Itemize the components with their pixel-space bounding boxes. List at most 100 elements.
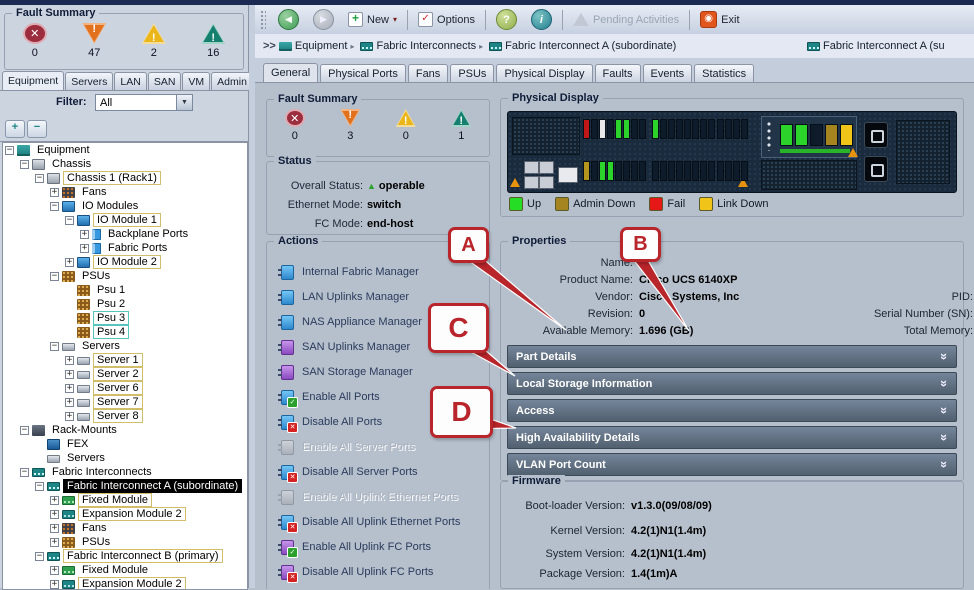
filter-dropdown[interactable]: All ▼ [95, 94, 193, 111]
expander-icon[interactable]: + [50, 524, 59, 533]
expander-icon[interactable]: − [20, 468, 29, 477]
expander-icon[interactable]: − [35, 482, 44, 491]
tree-item[interactable]: −Fabric Interconnects [3, 465, 247, 479]
tree-item[interactable]: −Rack-Mounts [3, 423, 247, 437]
expander-icon[interactable]: + [65, 384, 74, 393]
check-icon: ✓ [287, 397, 298, 408]
expander-icon[interactable]: + [50, 496, 59, 505]
tab-equipment[interactable]: Equipment [2, 71, 64, 90]
action-internal-fabric-manager[interactable]: Internal Fabric Manager [281, 264, 489, 280]
section-high-availability-details[interactable]: High Availability Details» [507, 426, 957, 449]
action-enable-all-uplink-fc-ports[interactable]: ✓Enable All Uplink FC Ports [281, 539, 489, 555]
section-vlan-port-count[interactable]: VLAN Port Count» [507, 453, 957, 476]
expander-icon[interactable]: − [20, 160, 29, 169]
tree-item[interactable]: −Chassis [3, 157, 247, 171]
chevron-down-icon[interactable]: ▼ [176, 95, 192, 110]
collapse-all-button[interactable]: − [27, 120, 47, 138]
tab-lan[interactable]: LAN [114, 72, 146, 90]
pending-activities-button[interactable]: Pending Activities [566, 8, 686, 32]
expander-icon[interactable]: + [80, 230, 89, 239]
tab-physical-display[interactable]: Physical Display [496, 64, 592, 82]
tab-general[interactable]: General [263, 63, 318, 82]
expander-icon[interactable]: − [35, 552, 44, 561]
tab-admin[interactable]: Admin [211, 72, 253, 90]
tree-item[interactable]: −Fabric Interconnect A (subordinate) [3, 479, 247, 493]
tree-item[interactable]: Servers [3, 451, 247, 465]
tree-item[interactable]: Psu 1 [3, 283, 247, 297]
section-local-storage-information[interactable]: Local Storage Information» [507, 372, 957, 395]
help-button[interactable]: ? [489, 8, 524, 32]
tree-item[interactable]: +Server 7 [3, 395, 247, 409]
section-access[interactable]: Access» [507, 399, 957, 422]
tree-item[interactable]: +Fixed Module [3, 493, 247, 507]
tree-item[interactable]: −IO Modules [3, 199, 247, 213]
tree-item[interactable]: +IO Module 2 [3, 255, 247, 269]
expander-icon[interactable]: − [20, 426, 29, 435]
chevron-down-icon[interactable]: ▾ [393, 15, 397, 24]
tree-item[interactable]: +Fans [3, 185, 247, 199]
tree-item[interactable]: +Fans [3, 521, 247, 535]
tab-vm[interactable]: VM [182, 72, 210, 90]
tree-item[interactable]: Psu 3 [3, 311, 247, 325]
breadcrumb-item[interactable]: Fabric Interconnects [357, 40, 476, 52]
exit-button[interactable]: ◉ Exit [693, 8, 746, 32]
expander-icon[interactable]: − [50, 202, 59, 211]
expander-icon[interactable]: − [5, 146, 14, 155]
expander-icon[interactable]: − [35, 174, 44, 183]
expander-icon[interactable]: + [65, 356, 74, 365]
action-disable-all-server-ports[interactable]: ✕Disable All Server Ports [281, 464, 489, 480]
tree-item[interactable]: FEX [3, 437, 247, 451]
expander-icon[interactable]: + [50, 188, 59, 197]
expander-icon[interactable]: − [50, 342, 59, 351]
tree-item[interactable]: +Backplane Ports [3, 227, 247, 241]
expander-icon[interactable]: + [80, 244, 89, 253]
tree-item[interactable]: Psu 4 [3, 325, 247, 339]
expander-icon[interactable]: + [65, 370, 74, 379]
expand-all-button[interactable]: + [5, 120, 25, 138]
tab-events[interactable]: Events [643, 64, 693, 82]
tree-item[interactable]: +PSUs [3, 535, 247, 549]
expander-icon[interactable]: + [65, 398, 74, 407]
tab-fans[interactable]: Fans [408, 64, 448, 82]
action-san-storage-manager[interactable]: SAN Storage Manager [281, 364, 489, 380]
tab-san[interactable]: SAN [148, 72, 182, 90]
tab-faults[interactable]: Faults [595, 64, 641, 82]
tab-psus[interactable]: PSUs [450, 64, 494, 82]
tree-item[interactable]: −Equipment [3, 143, 247, 157]
expander-icon[interactable]: + [50, 538, 59, 547]
expander-icon[interactable]: + [65, 412, 74, 421]
breadcrumb-item[interactable]: Fabric Interconnect A (subordinate) [486, 40, 676, 52]
tree-item[interactable]: +Fabric Ports [3, 241, 247, 255]
tree-item[interactable]: +Server 6 [3, 381, 247, 395]
tree-item[interactable]: +Expansion Module 2 [3, 577, 247, 590]
tree-item[interactable]: −Servers [3, 339, 247, 353]
tab-servers[interactable]: Servers [65, 72, 113, 90]
info-button[interactable]: i [524, 8, 559, 32]
action-disable-all-uplink-ethernet-ports[interactable]: ✕Disable All Uplink Ethernet Ports [281, 514, 489, 530]
expander-icon[interactable]: + [50, 566, 59, 575]
tree-item[interactable]: −Fabric Interconnect B (primary) [3, 549, 247, 563]
new-button[interactable]: + New ▾ [341, 8, 404, 32]
forward-button[interactable]: ▶ [306, 8, 341, 32]
expander-icon[interactable]: + [50, 510, 59, 519]
tab-statistics[interactable]: Statistics [694, 64, 754, 82]
tree-item[interactable]: +Server 1 [3, 353, 247, 367]
expander-icon[interactable]: − [50, 272, 59, 281]
expander-icon[interactable]: − [65, 216, 74, 225]
tree-item[interactable]: +Server 8 [3, 409, 247, 423]
tree-item[interactable]: +Server 2 [3, 367, 247, 381]
expander-icon[interactable]: + [65, 258, 74, 267]
tab-physical-ports[interactable]: Physical Ports [320, 64, 406, 82]
tree-item[interactable]: Psu 2 [3, 297, 247, 311]
action-disable-all-uplink-fc-ports[interactable]: ✕Disable All Uplink FC Ports [281, 564, 489, 580]
tree-item[interactable]: −PSUs [3, 269, 247, 283]
tree-item[interactable]: +Fixed Module [3, 563, 247, 577]
breadcrumb-item[interactable]: Equipment [276, 40, 348, 52]
tree-item[interactable]: +Expansion Module 2 [3, 507, 247, 521]
section-part-details[interactable]: Part Details» [507, 345, 957, 368]
tree-item[interactable]: −Chassis 1 (Rack1) [3, 171, 247, 185]
back-button[interactable]: ◀ [271, 8, 306, 32]
tree-item[interactable]: −IO Module 1 [3, 213, 247, 227]
expander-icon[interactable]: + [50, 580, 59, 589]
options-button[interactable]: ✓ Options [411, 8, 482, 32]
